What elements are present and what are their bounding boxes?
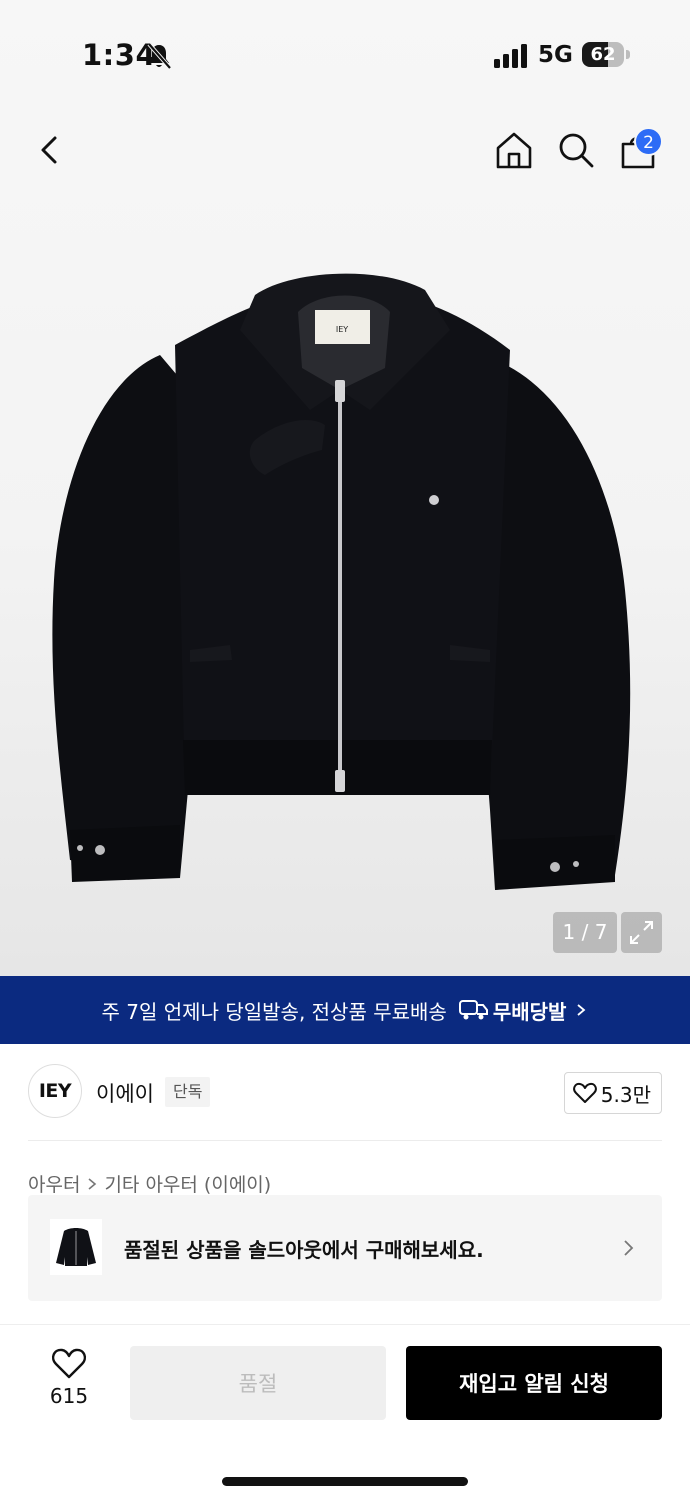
- home-indicator: [222, 1477, 468, 1486]
- brand-like-button[interactable]: 5.3만: [563, 1072, 662, 1114]
- heart-icon: [51, 1348, 87, 1379]
- status-bar: 1:34 5G 62: [0, 0, 690, 110]
- battery-level: 62: [590, 44, 616, 65]
- search-icon[interactable]: [556, 130, 596, 170]
- garment-label: IEY: [336, 325, 348, 334]
- soldout-link-card[interactable]: 품절된 상품을 솔드아웃에서 구매해보세요.: [28, 1195, 662, 1301]
- brand-name[interactable]: 이에이: [96, 1078, 154, 1108]
- divider: [28, 1140, 662, 1141]
- delivery-banner[interactable]: 주 7일 언제나 당일발송, 전상품 무료배송 무배당발: [0, 976, 690, 1044]
- chevron-right-icon: [577, 1004, 586, 1016]
- home-icon[interactable]: [494, 130, 534, 170]
- breadcrumb-item-other-outer[interactable]: 기타 아우터 (이에이): [104, 1170, 271, 1197]
- banner-logo-text: 무배당발: [492, 999, 567, 1024]
- banner-logo: 무배당발: [458, 996, 567, 1025]
- banner-text: 주 7일 언제나 당일발송, 전상품 무료배송: [101, 999, 447, 1024]
- battery-icon: 62: [582, 42, 624, 67]
- soldout-card-text: 품절된 상품을 솔드아웃에서 구매해보세요.: [124, 1238, 484, 1262]
- soldout-button: 품절: [130, 1346, 386, 1420]
- gallery-pager: 1 / 7: [553, 912, 617, 953]
- network-label: 5G: [538, 42, 573, 68]
- cart-count-badge: 2: [634, 127, 663, 156]
- back-icon[interactable]: [30, 130, 70, 170]
- brand-like-count: 5.3만: [600, 1082, 651, 1107]
- breadcrumb-item-outer[interactable]: 아우터: [28, 1170, 80, 1197]
- expand-icon: [630, 921, 653, 944]
- chevron-right-icon: [88, 1177, 97, 1190]
- bell-off-icon: [147, 42, 172, 70]
- expand-button[interactable]: [621, 912, 662, 953]
- bottom-bar-divider: [0, 1324, 690, 1325]
- exclusive-badge: 단독: [165, 1077, 211, 1107]
- breadcrumb: 아우터 기타 아우터 (이에이): [28, 1170, 271, 1197]
- signal-icon: [494, 44, 527, 68]
- chevron-right-icon: [624, 1240, 634, 1256]
- wishlist-count: 615: [49, 1384, 89, 1408]
- wishlist-button[interactable]: 615: [40, 1348, 98, 1418]
- product-image[interactable]: IEY: [40, 250, 650, 900]
- heart-icon: [572, 1082, 597, 1103]
- product-hero: 1:34 5G 62 2 IEY 1 / 7: [0, 0, 690, 976]
- restock-alert-button[interactable]: 재입고 알림 신청: [406, 1346, 662, 1420]
- brand-row: IEY 이에이 단독 5.3만: [28, 1064, 662, 1120]
- truck-icon: [458, 1000, 488, 1020]
- battery-cap: [626, 50, 630, 59]
- soldout-thumbnail: [50, 1219, 102, 1275]
- brand-logo[interactable]: IEY: [28, 1064, 82, 1118]
